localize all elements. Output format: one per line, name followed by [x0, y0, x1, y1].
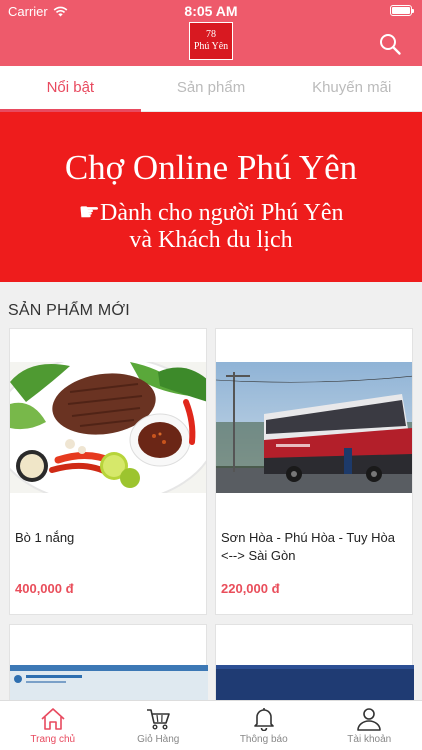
home-icon [41, 708, 65, 730]
tab-featured[interactable]: Nổi bật [0, 66, 141, 112]
product-card[interactable]: Sơn Hòa - Phú Hòa - Tuy Hòa <--> Sài Gòn… [215, 328, 413, 615]
user-icon [357, 708, 382, 731]
banner-subtitle-2: và Khách du lịch [129, 227, 293, 253]
tab-account-label: Tài khoản [347, 734, 392, 745]
status-bar: Carrier 8:05 AM [0, 0, 422, 22]
cart-icon [147, 709, 171, 730]
product-image [216, 362, 412, 493]
tab-promotions[interactable]: Khuyến mãi [281, 66, 422, 111]
logo-text: Phú Yên [193, 41, 229, 52]
tab-notifications[interactable]: Thông báo [211, 701, 317, 750]
product-name: Sơn Hòa - Phú Hòa - Tuy Hòa <--> Sài Gòn [221, 530, 395, 563]
tab-products[interactable]: Sản phẩm [141, 66, 282, 111]
category-tabs: Nổi bật Sản phẩm Khuyến mãi [0, 66, 422, 112]
product-price: 400,000 đ [15, 581, 74, 596]
clock: 8:05 AM [184, 3, 238, 19]
banner-title: Chợ Online Phú Yên [64, 148, 358, 187]
product-card[interactable]: Bò 1 nắng 400,000 đ [9, 328, 207, 615]
tab-notifications-label: Thông báo [239, 734, 288, 745]
bell-icon [253, 708, 274, 731]
product-image [216, 665, 414, 705]
tab-home[interactable]: Trang chủ [0, 701, 106, 750]
tab-home-label: Trang chủ [30, 734, 76, 745]
tab-cart[interactable]: Giỏ Hàng [106, 701, 212, 750]
tab-cart-label: Giỏ Hàng [137, 734, 180, 745]
product-image [10, 362, 206, 493]
product-image [10, 665, 208, 705]
nav-bar: 78 Phú Yên [0, 22, 422, 66]
bottom-tab-bar: Trang chủ Giỏ Hàng Thông báo Tài khoản [0, 700, 422, 750]
tab-account[interactable]: Tài khoản [317, 701, 422, 750]
battery-icon [390, 5, 414, 16]
product-name: Bò 1 nắng [15, 530, 75, 545]
search-icon[interactable] [378, 32, 402, 56]
logo-number: 78 [206, 29, 216, 40]
product-price: 220,000 đ [221, 581, 280, 596]
promo-banner[interactable]: Chợ Online Phú Yên ☛Dành cho người Phú Y… [0, 112, 422, 282]
banner-subtitle-1: ☛Dành cho người Phú Yên [78, 200, 344, 226]
section-title: SẢN PHẨM MỚI [8, 302, 130, 319]
app-logo[interactable]: 78 Phú Yên [189, 22, 233, 60]
